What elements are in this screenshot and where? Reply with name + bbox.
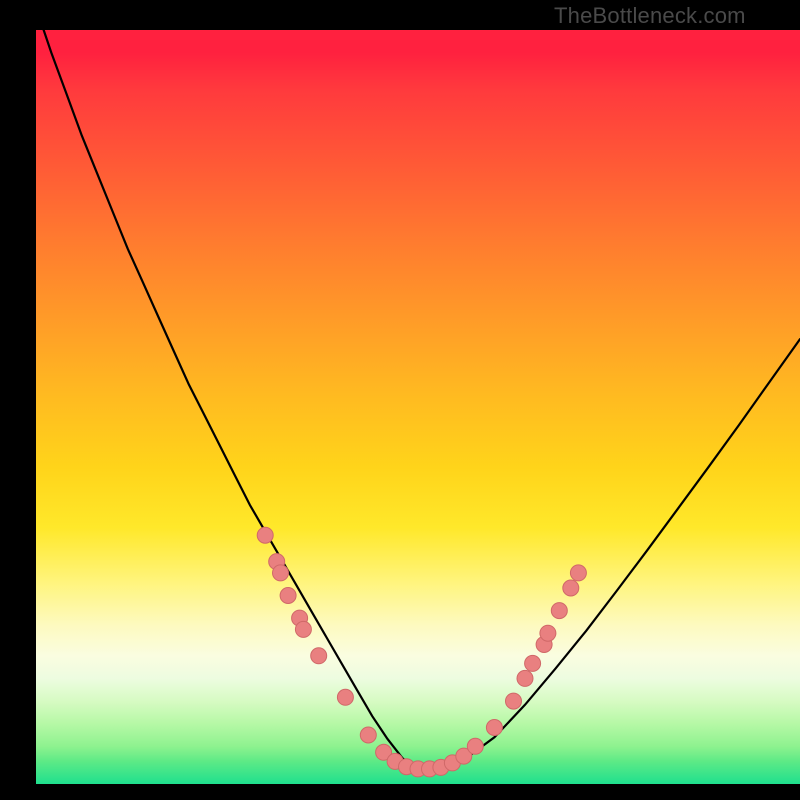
curve-marker xyxy=(311,648,327,664)
curve-marker xyxy=(517,670,533,686)
curve-marker xyxy=(486,720,502,736)
bottleneck-curve xyxy=(36,7,800,769)
curve-marker xyxy=(540,625,556,641)
curve-marker xyxy=(467,738,483,754)
chart-svg xyxy=(0,0,800,800)
curve-marker xyxy=(337,689,353,705)
curve-marker xyxy=(506,693,522,709)
curve-marker xyxy=(257,527,273,543)
curve-marker xyxy=(273,565,289,581)
curve-marker xyxy=(551,603,567,619)
curve-marker xyxy=(280,588,296,604)
curve-marker xyxy=(563,580,579,596)
curve-marker xyxy=(360,727,376,743)
curve-marker xyxy=(525,655,541,671)
curve-marker xyxy=(295,621,311,637)
chart-frame: TheBottleneck.com xyxy=(0,0,800,800)
highlighted-points xyxy=(257,527,586,777)
curve-marker xyxy=(570,565,586,581)
